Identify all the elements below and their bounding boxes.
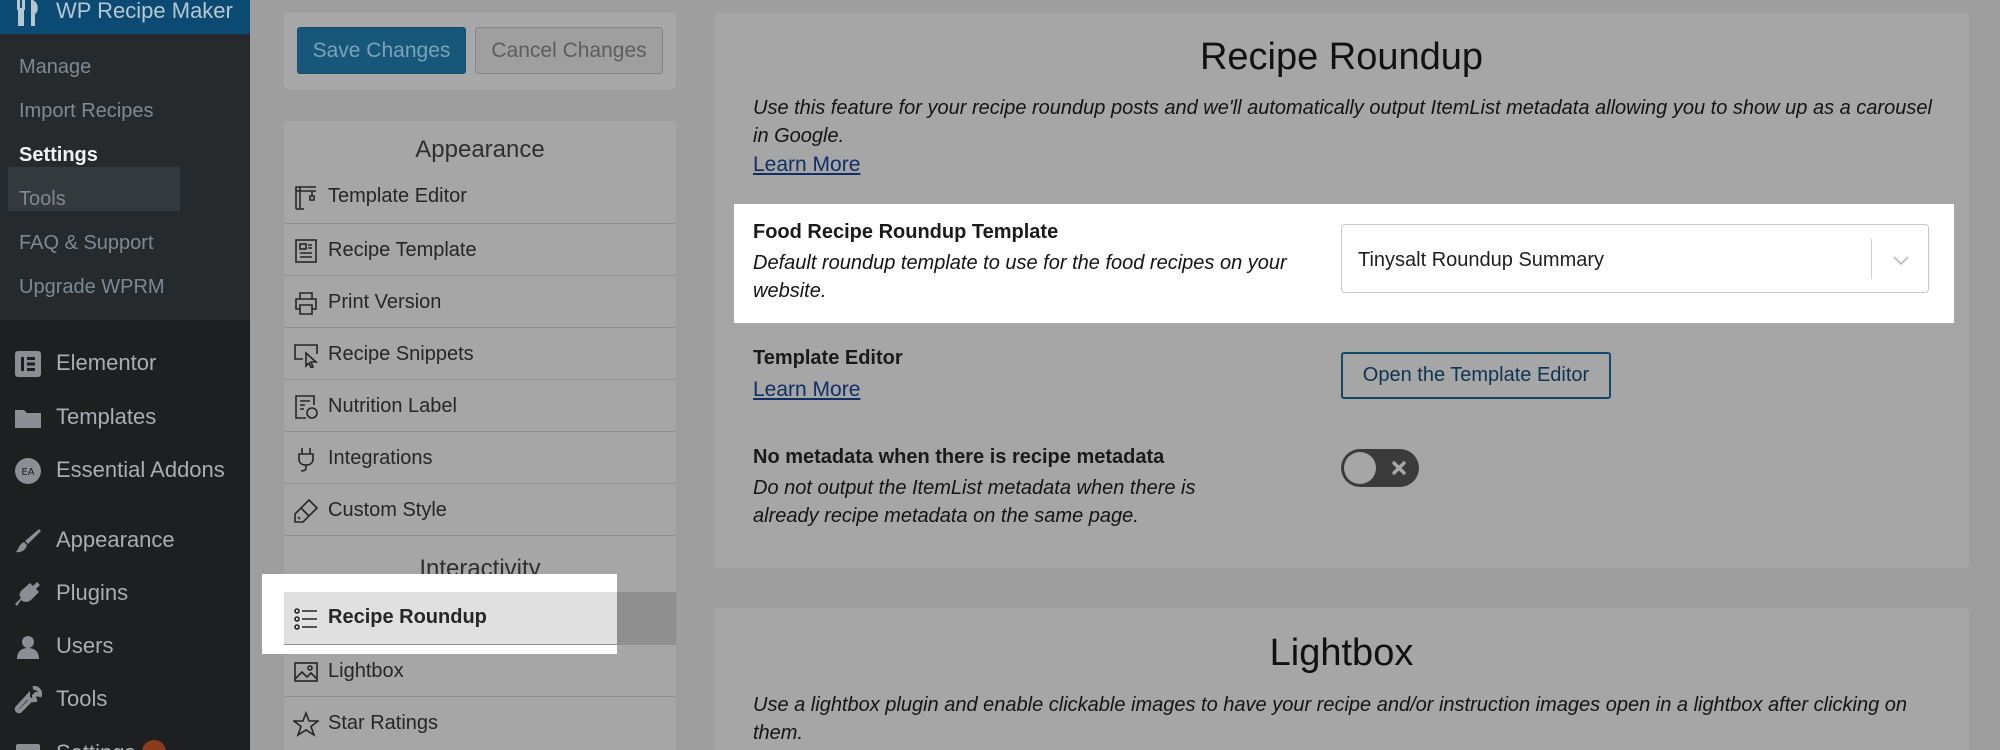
submenu-item-upgrade[interactable]: Upgrade WPRM	[19, 276, 165, 299]
brush-icon	[294, 498, 319, 523]
nav-item-integrations[interactable]: Integrations	[284, 431, 676, 483]
toggle-knob	[1344, 452, 1376, 484]
plug-icon	[15, 582, 40, 606]
nav-item-star-ratings[interactable]: Star Ratings	[284, 696, 676, 748]
image-icon	[294, 662, 318, 682]
folder-icon	[15, 410, 41, 428]
submenu-item-settings[interactable]: Settings	[19, 144, 98, 167]
star-icon	[293, 711, 319, 737]
paintbrush-icon	[16, 529, 41, 553]
menu-item-templates[interactable]: Templates	[0, 392, 250, 442]
essential-addons-icon: EA	[15, 458, 41, 484]
document-icon	[295, 239, 317, 263]
roundup-template-label: Food Recipe Roundup Template	[753, 221, 1059, 243]
nav-item-custom-style[interactable]: Custom Style	[284, 483, 676, 535]
printer-icon	[295, 292, 317, 315]
menu-item-appearance[interactable]: Appearance	[0, 515, 250, 565]
menu-item-elementor[interactable]: Elementor	[0, 338, 250, 388]
submenu-item-tools[interactable]: Tools	[19, 188, 66, 211]
nav-label-integrations: Integrations	[328, 447, 433, 469]
nutrition-icon	[295, 395, 318, 419]
cursor-select-icon	[294, 344, 319, 368]
menu-label-users: Users	[56, 633, 114, 658]
template-editor-label: Template Editor	[753, 347, 903, 369]
fork-knife-icon	[17, 0, 38, 26]
menu-label-elementor: Elementor	[56, 350, 157, 375]
nav-item-template-editor[interactable]: Template Editor	[284, 170, 676, 222]
recipe-roundup-title: Recipe Roundup	[1199, 36, 1484, 78]
open-template-editor-button[interactable]: Open the Template Editor	[1341, 352, 1611, 399]
wrench-icon	[14, 686, 42, 714]
nav-label-nutrition-label: Nutrition Label	[328, 395, 457, 417]
roundup-template-description: Default roundup template to use for the …	[753, 252, 1287, 302]
no-metadata-toggle[interactable]	[1341, 449, 1419, 487]
chevron-down-icon	[1893, 256, 1909, 266]
menu-item-users[interactable]: Users	[0, 621, 250, 671]
close-icon	[1392, 461, 1406, 475]
admin-sidebar: WP Recipe Maker Manage Import Recipes Se…	[0, 0, 250, 750]
plugin-title: WP Recipe Maker	[56, 0, 233, 23]
menu-label-tools: Tools	[56, 686, 108, 711]
submenu-item-faq-support[interactable]: FAQ & Support	[19, 232, 154, 255]
lightbox-title: Lightbox	[1269, 632, 1414, 674]
menu-label-appearance: Appearance	[56, 527, 175, 552]
plugin-menu-header[interactable]: WP Recipe Maker	[0, 0, 250, 34]
svg-text:EA: EA	[21, 467, 34, 478]
nav-label-recipe-roundup: Recipe Roundup	[328, 606, 487, 628]
nav-item-print-version[interactable]: Print Version	[284, 275, 676, 327]
nav-item-lightbox[interactable]: Lightbox	[284, 644, 676, 696]
submenu-item-manage[interactable]: Manage	[19, 56, 91, 79]
nav-label-recipe-snippets: Recipe Snippets	[328, 343, 474, 365]
no-metadata-description: Do not output the ItemList metadata when…	[753, 477, 1196, 527]
nav-label-custom-style: Custom Style	[328, 499, 447, 521]
nav-label-lightbox: Lightbox	[328, 660, 404, 682]
menu-label-plugins: Plugins	[56, 580, 129, 605]
nav-label-print-version: Print Version	[328, 291, 442, 313]
menu-item-tools[interactable]: Tools	[0, 674, 250, 724]
elementor-icon	[15, 351, 41, 377]
menu-item-essential-addons[interactable]: EA Essential Addons	[0, 445, 250, 495]
settings-icon	[16, 744, 40, 750]
nav-label-star-ratings: Star Ratings	[328, 712, 439, 734]
lightbox-description: Use a lightbox plugin and enable clickab…	[753, 694, 1908, 744]
nav-label-template-editor: Template Editor	[328, 185, 467, 207]
nav-item-recipe-template[interactable]: Recipe Template	[284, 223, 676, 275]
roundup-template-select[interactable]: Tinysalt Roundup Summary	[1341, 224, 1929, 293]
nav-item-recipe-snippets[interactable]: Recipe Snippets	[284, 327, 676, 379]
template-editor-learn-more-link[interactable]: Learn More	[753, 378, 860, 402]
plug-icon	[298, 448, 314, 472]
menu-item-settings[interactable]: Settings	[0, 728, 250, 750]
nav-label-recipe-template: Recipe Template	[328, 239, 477, 261]
submenu-item-import-recipes[interactable]: Import Recipes	[19, 100, 154, 123]
recipe-roundup-learn-more-link[interactable]: Learn More	[753, 153, 860, 177]
cancel-button[interactable]: Cancel Changes	[475, 27, 663, 74]
nav-heading-appearance: Appearance	[415, 136, 545, 163]
select-separator	[1871, 239, 1872, 279]
menu-label-settings: Settings	[56, 740, 136, 750]
user-icon	[17, 636, 39, 659]
crane-icon	[295, 186, 316, 210]
menu-label-essential-addons: Essential Addons	[56, 457, 225, 482]
list-icon	[294, 608, 317, 630]
menu-label-templates: Templates	[56, 404, 157, 429]
no-metadata-label: No metadata when there is recipe metadat…	[753, 446, 1165, 468]
save-button[interactable]: Save Changes	[297, 27, 466, 74]
recipe-roundup-description: Use this feature for your recipe roundup…	[753, 97, 1932, 147]
menu-item-plugins[interactable]: Plugins	[0, 568, 250, 618]
roundup-template-value: Tinysalt Roundup Summary	[1358, 249, 1605, 271]
nav-item-nutrition-label[interactable]: Nutrition Label	[284, 379, 676, 431]
nav-item-recipe-roundup[interactable]: Recipe Roundup	[284, 592, 617, 644]
